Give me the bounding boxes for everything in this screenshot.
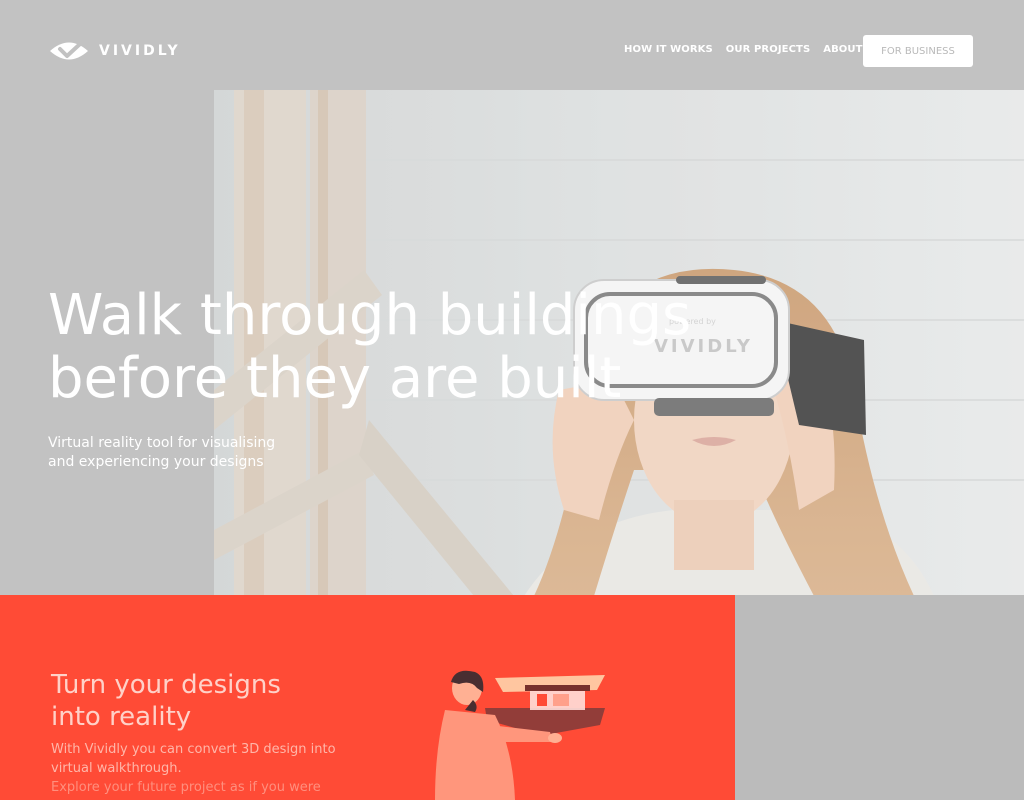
feature-title: Turn your designs into reality [51,669,281,733]
hero-subtitle-line-1: Virtual reality tool for visualising [48,435,276,451]
nav-our-projects[interactable]: OUR PROJECTS [726,44,810,55]
feature-side-panel [735,595,1024,800]
brand-name: VIVIDLY [99,43,181,59]
site-header: VIVIDLY HOW IT WORKS OUR PROJECTS ABOUT … [0,0,1024,90]
feature-text: With Vividly you can convert 3D design i… [51,740,336,797]
feature-title-line-1: Turn your designs [51,670,281,700]
hero-subtitle: Virtual reality tool for visualising and… [48,434,275,472]
feature-text-line-2: virtual walkthrough. [51,761,182,776]
brand-logo-link[interactable]: VIVIDLY [49,39,181,63]
hero-title-line-2: before they are built [48,346,622,411]
feature-text-line-3: Explore your future project as if you we… [51,780,321,795]
feature-text-line-1: With Vividly you can convert 3D design i… [51,742,336,757]
for-business-button[interactable]: FOR BUSINESS [863,35,973,67]
man-viewing-house-illustration [425,670,615,800]
nav-how-it-works[interactable]: HOW IT WORKS [624,44,713,55]
hero-title: Walk through buildings before they are b… [48,284,748,410]
hero-subtitle-line-2: and experiencing your designs [48,454,264,470]
vividly-eye-check-icon [50,42,88,60]
feature-title-line-2: into reality [51,702,192,732]
main-nav: HOW IT WORKS OUR PROJECTS ABOUT US [624,44,882,55]
feature-section: Turn your designs into reality With Vivi… [0,595,735,800]
hero-title-line-1: Walk through buildings [48,283,692,348]
